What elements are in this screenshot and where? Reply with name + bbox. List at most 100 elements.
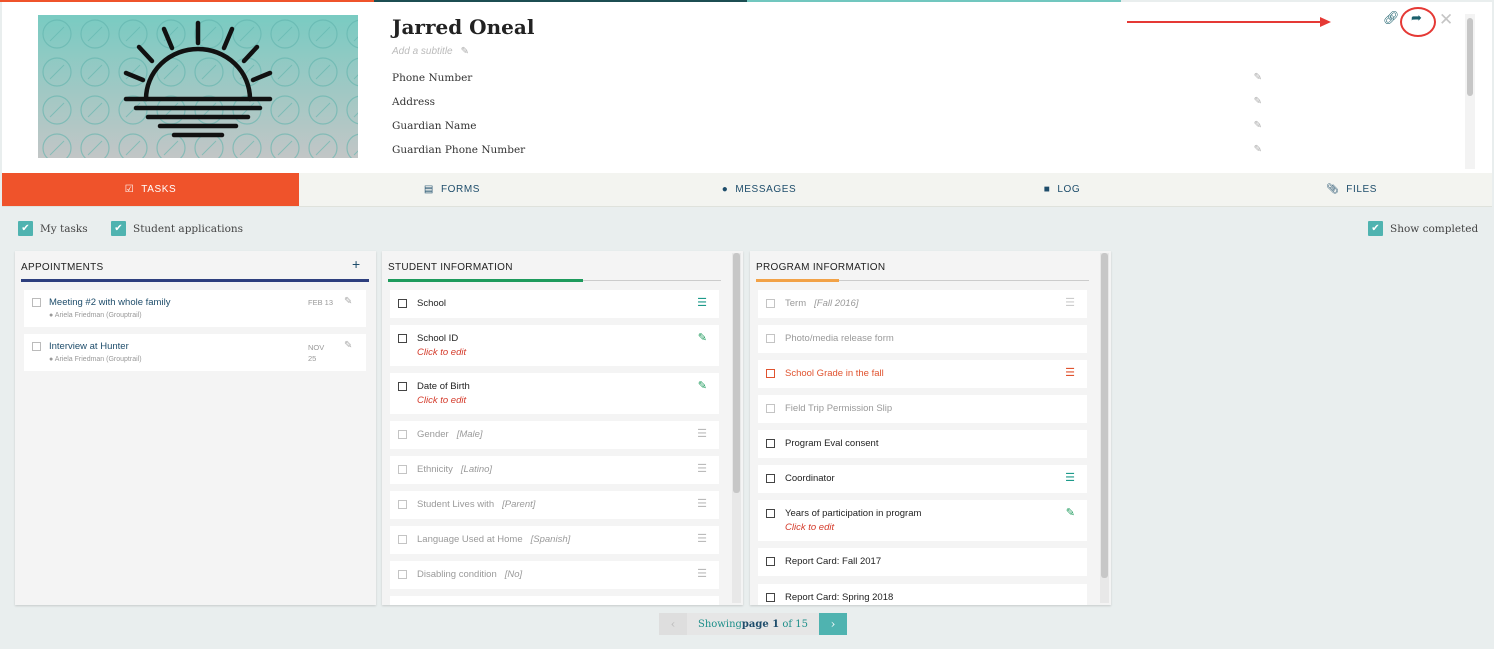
task-card[interactable]: Ethnicity [Latino] ☰ [390,456,719,484]
tab-log[interactable]: ■ LOG [913,173,1211,206]
task-card[interactable]: Term [Fall 2016] ☰ [758,290,1087,318]
pencil-icon[interactable]: ✎ [1254,72,1262,83]
task-checkbox[interactable] [766,557,775,566]
menu-icon[interactable]: ☰ [697,567,707,580]
task-card[interactable]: Language Used at Home [Spanish] ☰ [390,526,719,554]
appointment-checkbox[interactable] [32,298,41,307]
pencil-icon[interactable]: ✎ [1254,96,1262,107]
task-card-alert[interactable]: School Grade in the fall ☰ [758,360,1087,388]
close-icon[interactable]: ✕ [1439,10,1453,30]
task-card[interactable]: School ☰ [390,290,719,318]
task-checkbox[interactable] [766,509,775,518]
task-card[interactable]: Photo/media release form [758,325,1087,353]
task-label: Report Card: Spring 2018 [785,592,894,603]
pencil-icon[interactable]: ✎ [461,46,469,57]
task-card-partial[interactable] [390,596,719,605]
filter-label: Show completed [1390,222,1479,235]
field-phone-number[interactable]: Phone Number ✎ [392,72,1262,96]
appointment-title[interactable]: Meeting #2 with whole family [49,297,170,308]
task-checkbox[interactable] [766,299,775,308]
menu-icon[interactable]: ☰ [1065,296,1075,309]
task-card[interactable]: Gender [Male] ☰ [390,421,719,449]
appointment-title[interactable]: Interview at Hunter [49,341,129,352]
column-scrollbar[interactable] [1100,253,1109,603]
menu-icon[interactable]: ☰ [1065,471,1075,484]
task-card[interactable]: Disabling condition [No] ☰ [390,561,719,589]
appointment-checkbox[interactable] [32,342,41,351]
task-label: Language Used at Home [417,534,523,545]
task-card[interactable]: Coordinator ☰ [758,465,1087,493]
pencil-icon[interactable]: ✎ [698,331,707,344]
appointment-card[interactable]: Interview at Hunter ● Ariela Friedman (G… [24,334,366,371]
task-checkbox[interactable] [766,439,775,448]
task-checkbox[interactable] [398,500,407,509]
task-card[interactable]: Report Card: Spring 2018 [758,584,1087,605]
pencil-icon[interactable]: ✎ [1254,144,1262,155]
header-scrollbar[interactable] [1465,14,1475,169]
field-address[interactable]: Address ✎ [392,96,1262,120]
task-checkbox[interactable] [398,334,407,343]
checkbox-checked[interactable]: ✔ [1368,221,1383,236]
subtitle-field[interactable]: Add a subtitle ✎ [392,46,469,57]
click-to-edit-link[interactable]: Click to edit [785,522,834,533]
column-title: APPOINTMENTS [21,262,104,273]
pencil-icon[interactable]: ✎ [1066,506,1075,519]
pencil-icon[interactable]: ✎ [698,379,707,392]
task-card[interactable]: Years of participation in program Click … [758,500,1087,541]
menu-icon[interactable]: ☰ [697,296,707,309]
task-checkbox[interactable] [766,474,775,483]
field-guardian-name[interactable]: Guardian Name ✎ [392,120,1262,144]
task-checkbox[interactable] [398,465,407,474]
tab-files[interactable]: 📎︎ FILES [1211,173,1492,206]
column-underline [21,279,369,282]
task-checkbox[interactable] [398,382,407,391]
task-card[interactable]: Student Lives with [Parent] ☰ [390,491,719,519]
menu-icon[interactable]: ☰ [697,497,707,510]
filter-my-tasks[interactable]: ✔ My tasks [18,221,88,236]
task-checkbox[interactable] [398,299,407,308]
link-icon[interactable]: 🔗︎ [1383,10,1400,26]
task-checkbox[interactable] [398,430,407,439]
subtitle-placeholder[interactable]: Add a subtitle [392,46,453,57]
task-card[interactable]: Report Card: Fall 2017 [758,548,1087,576]
checkbox-checked[interactable]: ✔ [18,221,33,236]
task-card[interactable]: Date of Birth Click to edit ✎ [390,373,719,414]
filter-label: Student applications [133,222,244,235]
task-checkbox[interactable] [766,334,775,343]
menu-icon[interactable]: ☰ [697,462,707,475]
tab-tasks[interactable]: ☑ TASKS [2,173,299,206]
tab-messages[interactable]: ● MESSAGES [605,173,913,206]
task-checkbox[interactable] [398,535,407,544]
menu-icon[interactable]: ☰ [1065,366,1075,379]
tab-label: MESSAGES [735,184,797,195]
task-checkbox[interactable] [766,593,775,602]
tab-forms[interactable]: ▤ FORMS [299,173,605,206]
task-checkbox[interactable] [766,404,775,413]
column-scrollbar[interactable] [732,253,741,603]
task-label: Field Trip Permission Slip [785,403,893,414]
field-label: Address [392,96,436,108]
previous-page-button[interactable]: ‹ [659,613,687,635]
appointment-card[interactable]: Meeting #2 with whole family ● Ariela Fr… [24,290,366,327]
field-label: Guardian Name [392,120,477,132]
edit-icon[interactable]: ✎ [344,340,352,351]
click-to-edit-link[interactable]: Click to edit [417,395,466,406]
profile-header: Jarred Oneal Add a subtitle ✎ Phone Numbe… [2,2,1492,173]
menu-icon[interactable]: ☰ [697,532,707,545]
menu-icon[interactable]: ☰ [697,427,707,440]
task-card[interactable]: Program Eval consent [758,430,1087,458]
task-card[interactable]: Field Trip Permission Slip [758,395,1087,423]
edit-icon[interactable]: ✎ [344,296,352,307]
task-checkbox[interactable] [766,369,775,378]
profile-name[interactable]: Jarred Oneal [392,15,534,39]
add-appointment-button[interactable]: + [352,256,360,272]
filter-show-completed[interactable]: ✔ Show completed [1368,221,1478,236]
task-checkbox[interactable] [398,570,407,579]
task-card[interactable]: School ID Click to edit ✎ [390,325,719,366]
pencil-icon[interactable]: ✎ [1254,120,1262,131]
field-guardian-phone[interactable]: Guardian Phone Number ✎ [392,144,1262,168]
checkbox-checked[interactable]: ✔ [111,221,126,236]
filter-student-applications[interactable]: ✔ Student applications [111,221,243,236]
next-page-button[interactable]: › [819,613,848,635]
click-to-edit-link[interactable]: Click to edit [417,347,466,358]
